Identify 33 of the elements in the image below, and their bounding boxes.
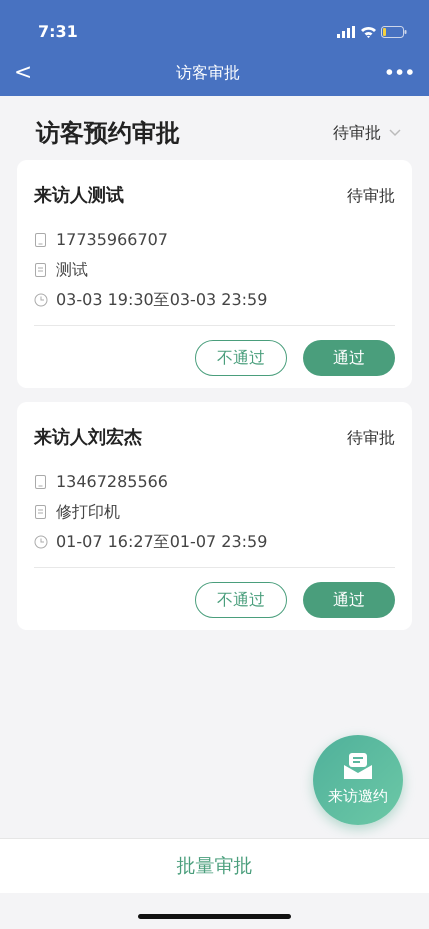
phone-number: 13467285566 [56, 471, 168, 493]
wifi-icon [360, 26, 377, 38]
invite-visitor-button[interactable]: 来访邀约 [313, 735, 403, 825]
signal-icon [337, 26, 356, 38]
visit-reason: 测试 [56, 259, 88, 281]
phone-icon [34, 475, 48, 489]
approval-status: 待审批 [347, 184, 395, 206]
status-filter[interactable]: 待审批 [333, 121, 401, 145]
envelope-icon [342, 752, 374, 781]
document-icon [34, 505, 48, 519]
batch-approve-button[interactable]: 批量审批 [0, 839, 429, 893]
reject-button[interactable]: 不通过 [195, 340, 287, 376]
approve-button[interactable]: 通过 [303, 582, 395, 618]
phone-icon [34, 233, 48, 247]
back-button[interactable]: < [14, 56, 32, 90]
visit-reason: 修打印机 [56, 501, 120, 523]
approve-button[interactable]: 通过 [303, 340, 395, 376]
status-time: 7:31 [38, 21, 78, 43]
visitor-name: 来访人测试 [34, 184, 124, 208]
more-button[interactable]: ••• [384, 61, 415, 85]
clock-icon [34, 535, 48, 549]
phone-number: 17735966707 [56, 229, 168, 251]
battery-icon [381, 26, 407, 38]
document-icon [34, 263, 48, 277]
visitor-name: 来访人刘宏杰 [34, 426, 142, 450]
page-title: 访客审批 [176, 62, 240, 84]
approval-status: 待审批 [347, 426, 395, 448]
visit-time: 03-03 19:30至03-03 23:59 [56, 289, 268, 311]
clock-icon [34, 293, 48, 307]
chevron-down-icon [389, 129, 401, 137]
visit-time: 01-07 16:27至01-07 23:59 [56, 531, 268, 553]
reject-button[interactable]: 不通过 [195, 582, 287, 618]
section-title: 访客预约审批 [36, 118, 180, 149]
